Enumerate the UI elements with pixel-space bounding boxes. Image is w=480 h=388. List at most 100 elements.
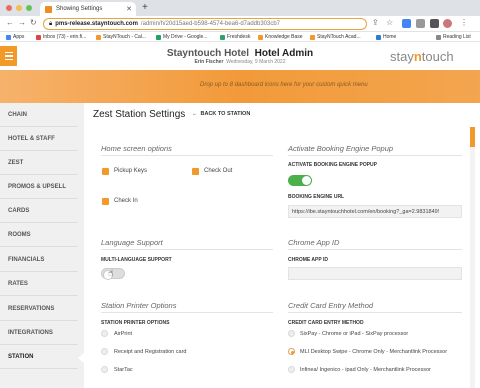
bookmark-academy[interactable]: StayNTouch Acad... <box>310 34 361 40</box>
minimize-window-button[interactable] <box>16 5 22 11</box>
booking-engine-url-input[interactable]: https://ibe.stayntouchhotel.com/en/booki… <box>288 205 462 218</box>
bookmark-inbox[interactable]: Inbox (73) - erin.fi... <box>36 34 86 40</box>
section-title-home-screen: Home screen options <box>101 144 172 153</box>
radio-mli-desktop-swipe[interactable] <box>288 348 295 355</box>
bookmark-label: Inbox (73) - erin.fi... <box>43 34 87 40</box>
bookmark-stayntouch-cal[interactable]: StayNTouch - Cal... <box>96 34 146 40</box>
bookmark-label: StayNTouch Acad... <box>317 34 361 40</box>
puzzle-icon[interactable] <box>430 19 439 28</box>
back-link-label: BACK TO STATION <box>200 111 251 117</box>
checkbox-check-out[interactable] <box>192 168 199 175</box>
bookmark-label: Apps <box>13 34 25 40</box>
checkbox-label: Check Out <box>204 168 233 174</box>
url-path: /admin/h/20d15aed-b598-4574-bea6-d7addb3… <box>140 21 281 27</box>
sidebar-item-chain[interactable]: CHAIN <box>0 103 78 127</box>
profile-avatar[interactable] <box>443 19 452 28</box>
booking-engine-url-label: BOOKING ENGINE URL <box>288 194 345 200</box>
radio-sixpay[interactable] <box>288 330 295 337</box>
divider <box>101 155 273 156</box>
section-title-chrome-app: Chrome App ID <box>288 238 340 247</box>
checkbox-check-in[interactable] <box>102 198 109 205</box>
scrollbar-thumb[interactable] <box>470 127 475 147</box>
close-window-button[interactable] <box>6 5 12 11</box>
back-arrow-icon[interactable]: ← <box>6 18 14 27</box>
sidebar-item-zest[interactable]: ZEST <box>0 151 78 175</box>
extension-icon[interactable] <box>402 19 411 28</box>
bookmark-apps[interactable]: Apps <box>6 34 24 40</box>
tab-close-icon[interactable]: ✕ <box>126 5 132 13</box>
sidebar-item-label: ROOMS <box>8 231 31 238</box>
hotel-name: Stayntouch Hotel <box>166 48 250 59</box>
bookmark-label: My Drive - Google... <box>163 34 208 40</box>
maximize-window-button[interactable] <box>26 5 32 11</box>
sidebar-item-label: FINANCIALS <box>8 256 45 263</box>
sidebar-item-station[interactable]: STATION <box>0 345 78 369</box>
sidebar-item-label: CARDS <box>8 207 30 214</box>
sidebar-item-promos-upsell[interactable]: PROMOS & UPSELL <box>0 175 78 199</box>
quick-menu-dropzone[interactable]: Drop up to 8 dashboard icons here for yo… <box>0 70 480 103</box>
tab-title: Showing Settings <box>56 6 103 12</box>
reading-list-icon <box>436 34 441 40</box>
content-scrollbar[interactable] <box>470 127 475 388</box>
sidebar-item-label: ZEST <box>8 159 24 166</box>
booking-engine-toggle[interactable] <box>288 175 312 186</box>
reload-icon[interactable]: ↻ <box>30 18 37 27</box>
bookmark-knowledge-base[interactable]: Knowledge Base <box>258 34 303 40</box>
sidebar-item-label: INTEGRATIONS <box>8 329 53 336</box>
sidebar-item-integrations[interactable]: INTEGRATIONS <box>0 321 78 345</box>
radio-infinea-ingenico[interactable] <box>288 366 295 373</box>
reading-list[interactable]: Reading List <box>436 34 471 40</box>
bookmark-drive[interactable]: My Drive - Google... <box>156 34 207 40</box>
section-title-booking-engine: Activate Booking Engine Popup <box>288 144 394 153</box>
radio-airprint[interactable] <box>101 330 108 337</box>
gmail-icon <box>36 34 41 40</box>
sidebar-item-label: RESERVATIONS <box>8 305 55 312</box>
more-menu-icon[interactable]: ⋮ <box>460 18 468 27</box>
checkbox-label: Pickup Keys <box>114 168 148 174</box>
bookmarks-bar: Apps Inbox (73) - erin.fi... StayNTouch … <box>0 32 480 42</box>
browser-tab[interactable]: Showing Settings ✕ <box>40 2 136 16</box>
sidebar-item-financials[interactable]: FINANCIALS <box>0 248 78 272</box>
apps-grid-icon <box>6 34 11 40</box>
url-input[interactable]: 🔒︎ pms-release.stayntouch.com/admin/h/20… <box>43 18 367 30</box>
logo-part: n <box>413 49 422 64</box>
sidebar-item-label: PROMOS & UPSELL <box>8 183 67 190</box>
sidebar-item-rates[interactable]: RATES <box>0 272 78 296</box>
reading-list-label: Reading List <box>443 34 471 40</box>
divider <box>288 249 462 250</box>
url-host: pms-release.stayntouch.com <box>55 21 138 27</box>
bookmark-home[interactable]: Home <box>376 34 396 40</box>
sidebar-item-label: CHAIN <box>8 111 27 118</box>
back-arrow-icon: ← <box>192 111 198 117</box>
cursor-icon: ☝︎ <box>108 268 114 278</box>
sidebar-item-hotel-staff[interactable]: HOTEL & STAFF <box>0 127 78 151</box>
bookmark-label: Home <box>383 34 397 40</box>
bookmark-freshdesk[interactable]: Freshdesk <box>220 34 250 40</box>
logo-part: touch <box>421 49 454 64</box>
sidebar-item-label: HOTEL & STAFF <box>8 135 55 142</box>
credit-card-method-label: CREDIT CARD ENTRY METHOD <box>288 320 364 326</box>
radio-startac[interactable] <box>101 366 108 373</box>
sidebar-item-cards[interactable]: CARDS <box>0 199 78 223</box>
checkbox-pickup-keys[interactable] <box>102 168 109 175</box>
app-header: Stayntouch Hotel Hotel Admin Erin Fische… <box>0 42 480 70</box>
extension-icon[interactable] <box>416 19 425 28</box>
multi-language-toggle-label: MULTI-LANGUAGE SUPPORT <box>101 257 172 263</box>
sidebar-item-reservations[interactable]: RESERVATIONS <box>0 297 78 321</box>
chrome-app-id-input[interactable] <box>288 267 462 280</box>
forward-arrow-icon[interactable]: → <box>18 18 26 27</box>
radio-receipt-registration[interactable] <box>101 348 108 355</box>
favicon-icon <box>45 5 52 13</box>
sidebar-item-rooms[interactable]: ROOMS <box>0 223 78 247</box>
divider <box>288 312 462 313</box>
drive-icon <box>156 34 161 40</box>
star-icon[interactable]: ☆ <box>386 18 393 27</box>
input-value: https://ibe.stayntouchhotel.com/en/booki… <box>292 208 440 215</box>
radio-label: AirPrint <box>114 331 133 337</box>
user-name: Erin Fischer <box>194 59 224 65</box>
back-to-station-link[interactable]: ← BACK TO STATION <box>192 111 250 117</box>
share-icon[interactable]: ⇪ <box>372 18 379 27</box>
new-tab-icon[interactable]: + <box>142 2 148 14</box>
stayntouch-icon <box>310 34 315 40</box>
chrome-app-id-label: CHROME APP ID <box>288 257 329 263</box>
